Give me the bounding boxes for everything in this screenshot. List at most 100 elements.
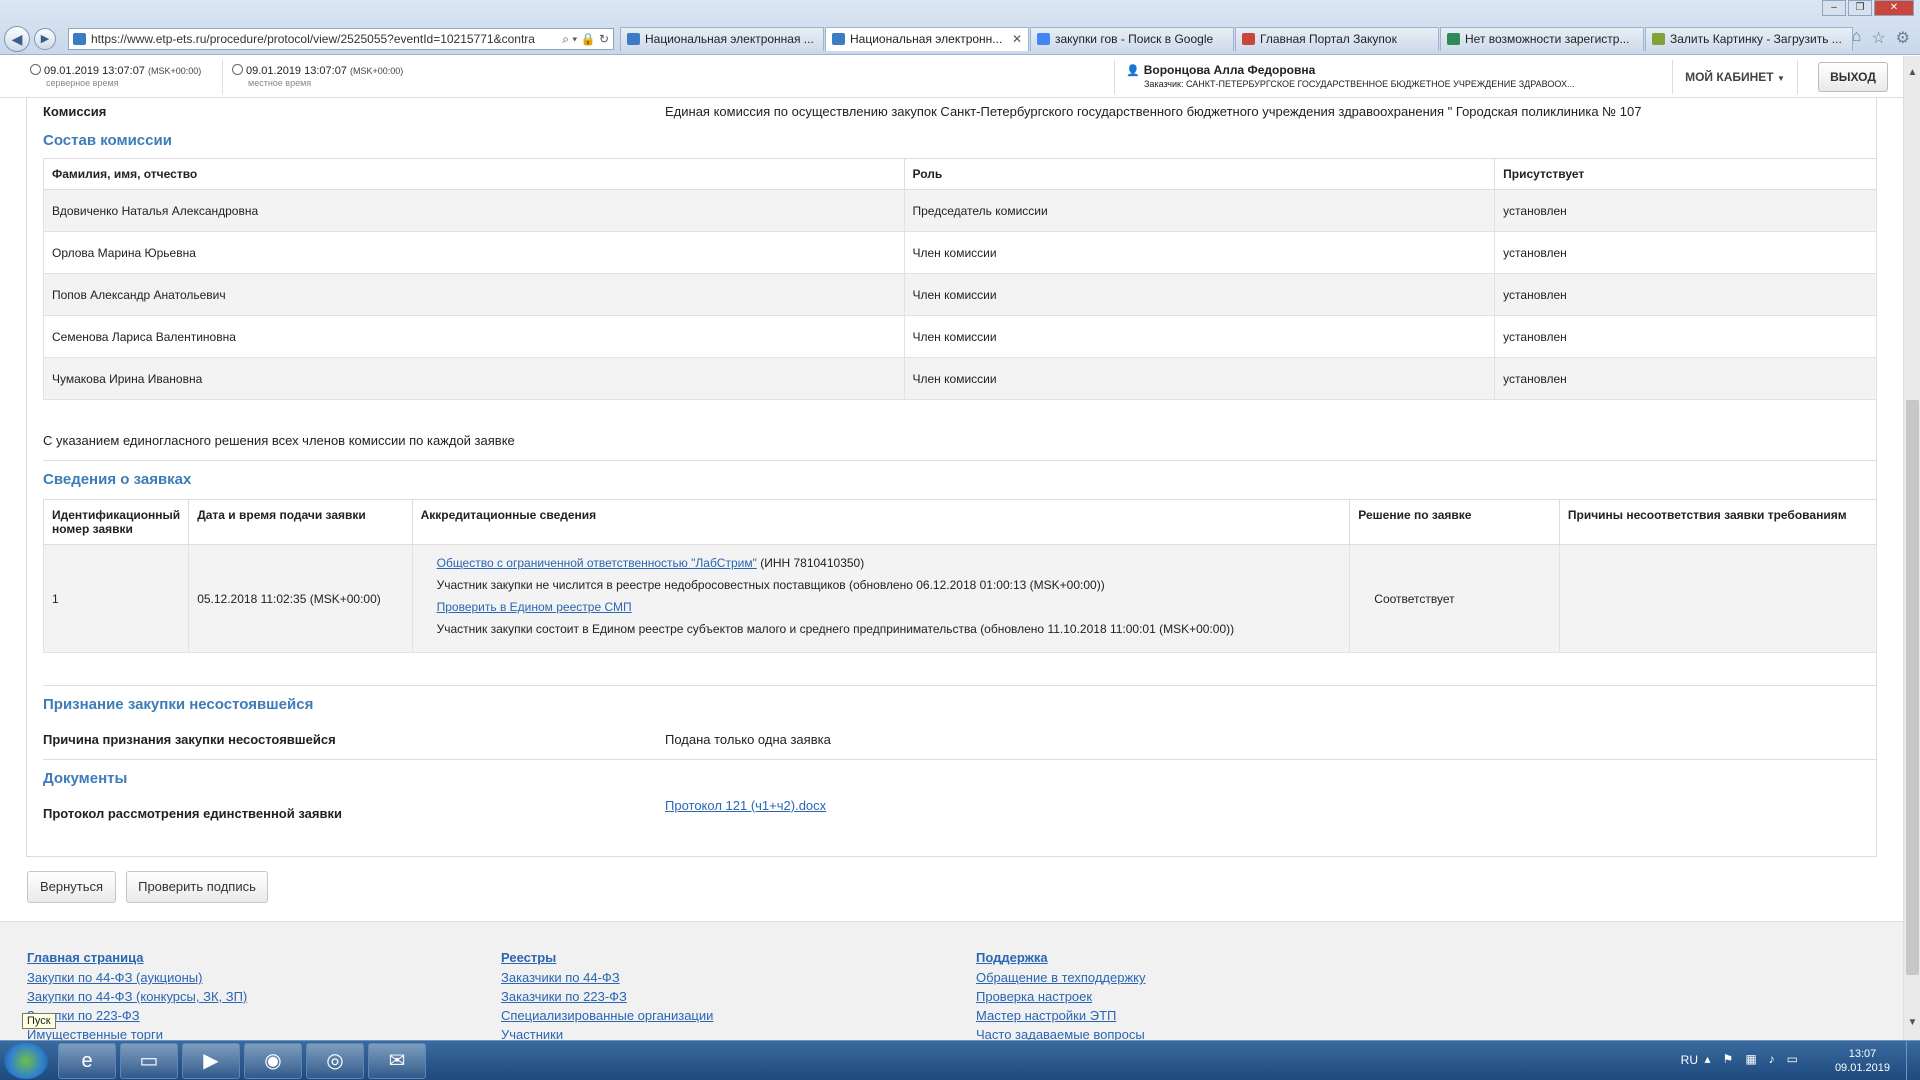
scroll-up-icon[interactable]: ▲ xyxy=(1904,64,1920,81)
footer-link[interactable]: Заказчики по 223-ФЗ xyxy=(501,987,713,1006)
clock-icon xyxy=(30,64,41,75)
check-smp-registry-link[interactable]: Проверить в Едином реестре СМП xyxy=(437,600,632,614)
tab-zakupki[interactable]: Главная Портал Закупок xyxy=(1235,27,1439,51)
table-row: Орлова Марина Юрьевна Член комиссии уста… xyxy=(43,231,1877,274)
footer-link[interactable]: Закупки по 223-ФЗ xyxy=(27,1006,247,1025)
failure-section-title: Признание закупки несостоявшейся xyxy=(43,696,314,713)
commission-section-title: Состав комиссии xyxy=(43,132,172,149)
applications-table: Идентификационный номер заявки Дата и вр… xyxy=(42,499,1878,653)
scroll-thumb[interactable] xyxy=(1906,400,1919,975)
clock-time: 13:07 xyxy=(1848,1048,1877,1060)
protocol-document-link[interactable]: Протокол 121 (ч1+ч2).docx xyxy=(665,798,826,813)
failure-reason-value: Подана только одна заявка xyxy=(665,732,831,747)
column-header: Дата и время подачи заявки xyxy=(188,499,413,545)
table-row: 1 05.12.2018 11:02:35 (MSK+00:00) Общест… xyxy=(42,544,1878,653)
footer-link[interactable]: Проверка настроек xyxy=(976,987,1146,1006)
footer-link[interactable]: Специализированные организации xyxy=(501,1006,713,1025)
footer-link[interactable]: Закупки по 44-ФЗ (конкурсы, ЗК, ЗП) xyxy=(27,987,247,1006)
start-tooltip: Пуск xyxy=(22,1013,56,1029)
check-signature-button[interactable]: Проверить подпись xyxy=(126,871,268,903)
local-time: 09.01.2019 13:07:07 (MSK+00:00) местное … xyxy=(232,64,403,88)
tab-register-issue[interactable]: Нет возможности зарегистр... xyxy=(1440,27,1644,51)
column-header: Фамилия, имя, отчество xyxy=(43,158,905,190)
tab-google[interactable]: закупки гов - Поиск в Google xyxy=(1030,27,1234,51)
etp-favicon-icon xyxy=(832,33,845,45)
footer-heading[interactable]: Реестры xyxy=(501,950,713,965)
back-button[interactable]: Вернуться xyxy=(27,871,116,903)
footer-link[interactable]: Обращение в техподдержку xyxy=(976,968,1146,987)
user-info[interactable]: 👤 Воронцова Алла Федоровна Заказчик: САНК… xyxy=(1126,63,1574,89)
member-present: установлен xyxy=(1494,273,1877,316)
image-favicon-icon xyxy=(1652,33,1665,45)
close-window-icon[interactable]: ✕ xyxy=(1874,0,1914,16)
divider xyxy=(43,759,1877,760)
show-desktop-button[interactable] xyxy=(1906,1041,1920,1080)
home-icon[interactable]: ⌂ xyxy=(1852,28,1862,48)
commission-label: Комиссия xyxy=(43,104,107,119)
restore-icon[interactable]: ❐ xyxy=(1848,0,1872,16)
scroll-down-icon[interactable]: ▼ xyxy=(1904,1014,1920,1031)
member-name: Вдовиченко Наталья Александровна xyxy=(43,189,905,232)
unscrupulous-registry-status: Участник закупки не числится в реестре н… xyxy=(436,577,1105,592)
footer-link[interactable]: Закупки по 44-ФЗ (аукционы) xyxy=(27,968,247,987)
tab-etp-1[interactable]: Национальная электронная ... xyxy=(620,27,824,51)
user-name: Воронцова Алла Федоровна xyxy=(1143,63,1316,77)
accreditation-info: Общество с ограниченной ответственностью… xyxy=(411,544,1351,653)
logout-button[interactable]: ВЫХОД xyxy=(1818,62,1888,92)
nonconformity-reasons xyxy=(1558,544,1878,653)
footer-column-registries: Реестры Заказчики по 44-ФЗ Заказчики по … xyxy=(501,950,713,1044)
tab-etp-2[interactable]: Национальная электронн... ✕ xyxy=(825,27,1029,51)
member-name: Попов Александр Анатольевич xyxy=(43,273,905,316)
my-cabinet-menu[interactable]: МОЙ КАБИНЕТ ▼ xyxy=(1672,60,1798,94)
column-header: Присутствует xyxy=(1494,158,1877,190)
member-name: Чумакова Ирина Ивановна xyxy=(43,357,905,400)
tab-strip: Национальная электронная ... Национальна… xyxy=(620,27,1854,51)
taskbar: e ▭ ▶ ◉ ◎ ✉ RU ▴⚑▦♪▭ 13:07 09.01.2019 xyxy=(0,1040,1920,1080)
tray-icons[interactable]: ▴⚑▦♪▭ xyxy=(1705,1052,1810,1066)
chrome-icon[interactable]: ◎ xyxy=(306,1043,364,1079)
taskbar-clock[interactable]: 13:07 09.01.2019 xyxy=(1835,1047,1890,1075)
settings-gear-icon[interactable]: ⚙ xyxy=(1896,28,1910,48)
internet-explorer-icon[interactable]: e xyxy=(58,1043,116,1079)
footer-link[interactable]: Заказчики по 44-ФЗ xyxy=(501,968,713,987)
member-role: Председатель комиссии xyxy=(903,189,1496,232)
address-tools-icon[interactable]: ⌕ ▾ 🔒 ↻ xyxy=(562,29,609,49)
column-header: Решение по заявке xyxy=(1349,499,1560,545)
firefox-icon[interactable]: ◉ xyxy=(244,1043,302,1079)
footer-heading[interactable]: Поддержка xyxy=(976,950,1146,965)
server-time: 09.01.2019 13:07:07 (MSK+00:00) серверно… xyxy=(30,64,201,88)
commission-table: Фамилия, имя, отчество Роль Присутствует… xyxy=(43,158,1877,400)
outlook-icon[interactable]: ✉ xyxy=(368,1043,426,1079)
person-icon: 👤 xyxy=(1126,65,1140,77)
documents-section-title: Документы xyxy=(43,770,128,787)
table-row: Семенова Лариса Валентиновна Член комисс… xyxy=(43,315,1877,358)
language-indicator[interactable]: RU xyxy=(1681,1053,1698,1067)
tab-close-icon[interactable]: ✕ xyxy=(1012,28,1022,50)
footer-heading[interactable]: Главная страница xyxy=(27,950,247,965)
unanimous-note-row: С указанием единогласного решения всех ч… xyxy=(43,433,1877,448)
application-decision: Соответствует xyxy=(1349,544,1560,653)
back-arrow-icon[interactable]: ◀ xyxy=(4,26,30,52)
favorites-star-icon[interactable]: ☆ xyxy=(1871,28,1885,48)
footer-link[interactable]: Мастер настройки ЭТП xyxy=(976,1006,1146,1025)
minimize-icon[interactable]: – xyxy=(1822,0,1846,16)
footer-column-support: Поддержка Обращение в техподдержку Прове… xyxy=(976,950,1146,1044)
media-player-icon[interactable]: ▶ xyxy=(182,1043,240,1079)
member-role: Член комиссии xyxy=(903,273,1496,316)
file-explorer-icon[interactable]: ▭ xyxy=(120,1043,178,1079)
column-header: Причины несоответствия заявки требования… xyxy=(1558,499,1878,545)
local-time-label: местное время xyxy=(248,78,312,88)
member-role: Член комиссии xyxy=(903,357,1496,400)
browser-chrome: – ❐ ✕ ◀ ▶ https://www.etp-ets.ru/procedu… xyxy=(0,0,1920,55)
divider xyxy=(43,460,1877,461)
address-bar[interactable]: https://www.etp-ets.ru/procedure/protoco… xyxy=(68,28,614,50)
tab-upload-image[interactable]: Залить Картинку - Загрузить ... xyxy=(1645,27,1853,51)
organization-link[interactable]: Общество с ограниченной ответственностью… xyxy=(437,556,757,570)
smp-registry-status: Участник закупки состоит в Едином реестр… xyxy=(436,621,1235,636)
divider xyxy=(1114,60,1115,94)
unanimous-note: С указанием единогласного решения всех ч… xyxy=(43,433,515,448)
page-scrollbar[interactable]: ▲ ▼ xyxy=(1903,56,1920,1040)
start-button[interactable] xyxy=(4,1043,48,1079)
google-favicon-icon xyxy=(1037,33,1050,45)
forward-arrow-icon[interactable]: ▶ xyxy=(34,28,56,50)
